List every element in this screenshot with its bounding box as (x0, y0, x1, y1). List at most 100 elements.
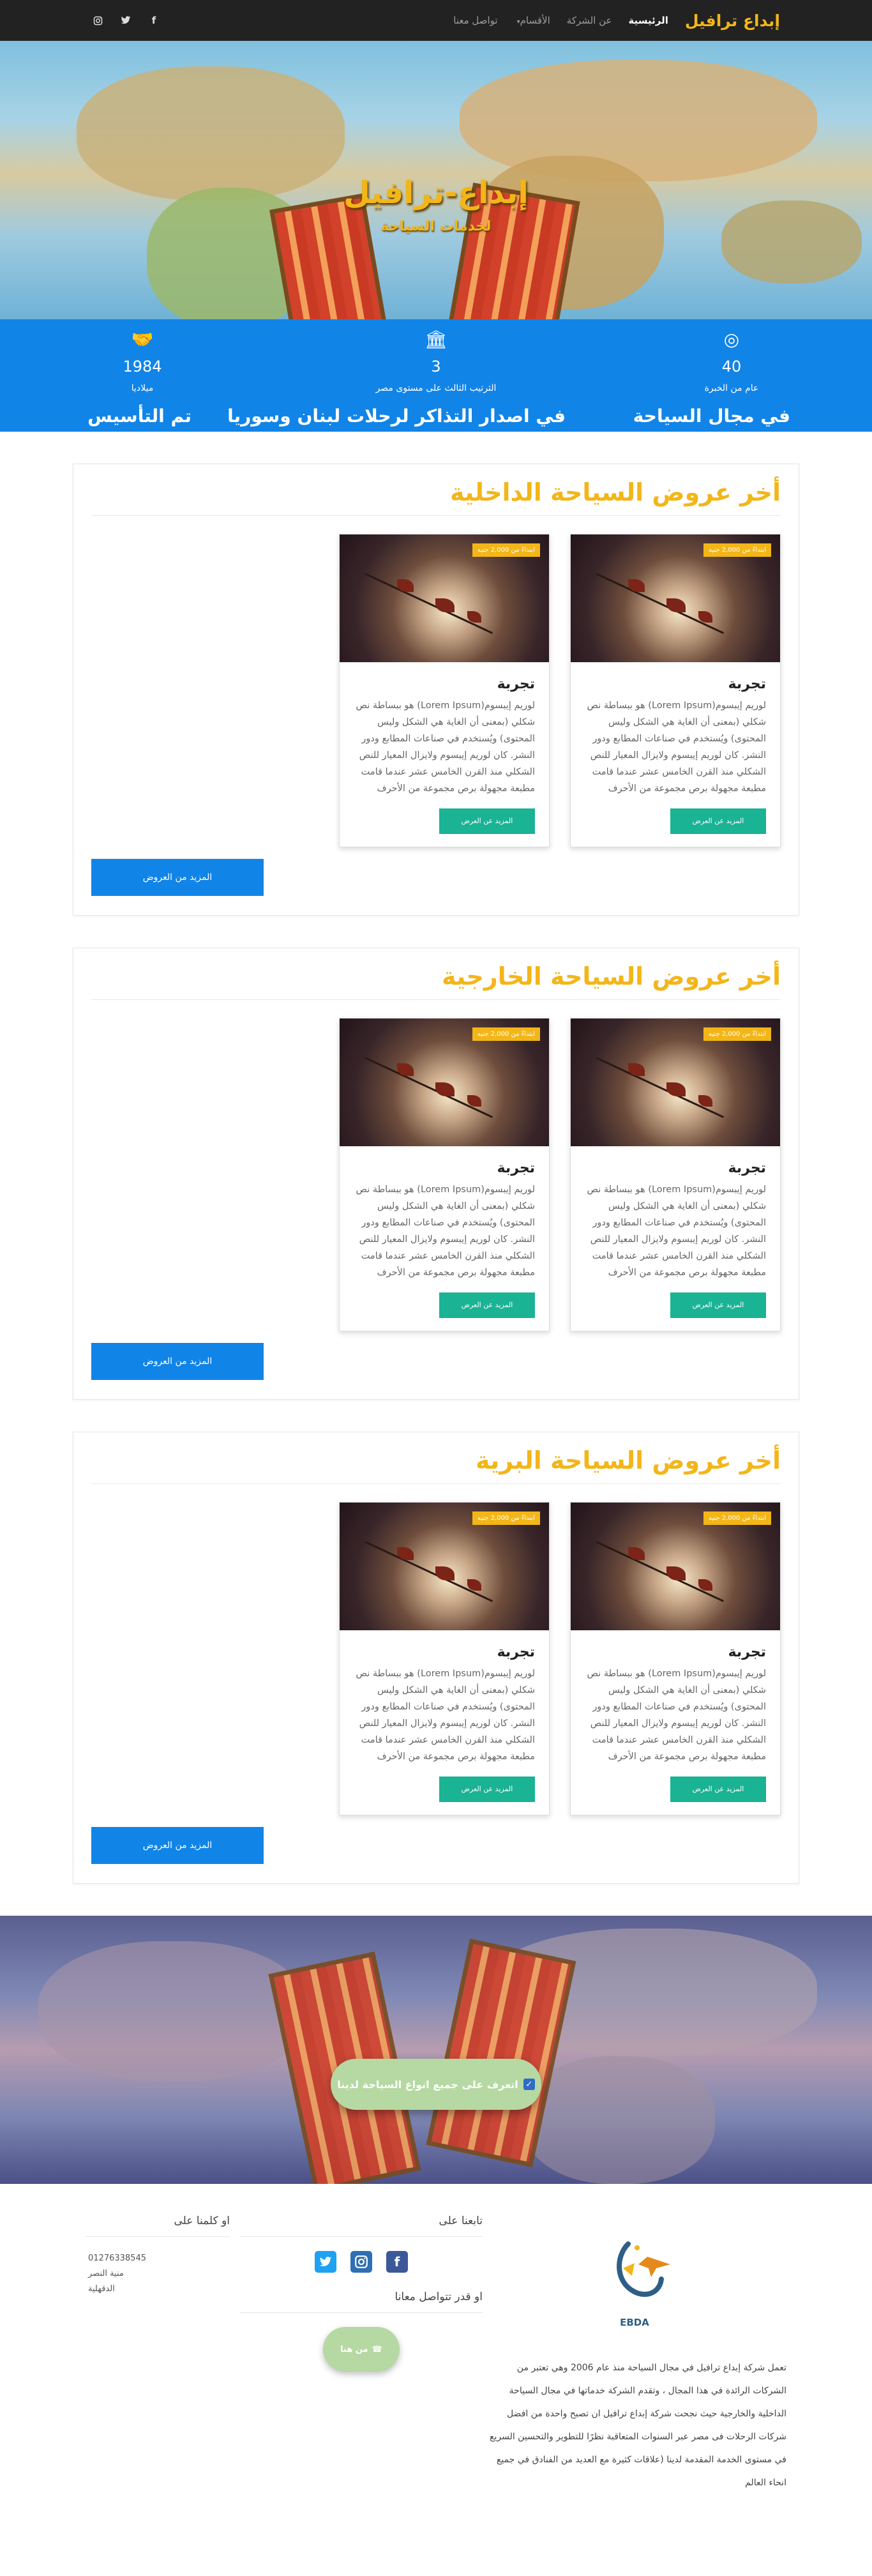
map-continent (38, 1941, 306, 2082)
brand-logo-text[interactable]: إبداع ترافيل (685, 11, 780, 30)
offer-description: لوريم إيبسوم(Lorem Ipsum) هو ببساطة نص ش… (587, 1185, 766, 1278)
beach-chair-left (269, 193, 388, 319)
target-icon: ◎ (723, 329, 740, 350)
offer-details-button[interactable]: المزيد عن العرض (439, 1292, 535, 1318)
offer-title: تجربة (497, 676, 535, 692)
tourism-types-label: اتعرف على جميع انواع السياحة لدينا (337, 2078, 518, 2091)
facebook-icon[interactable]: f (386, 2251, 408, 2273)
address-city: منية النصر (88, 2269, 124, 2278)
offer-title: تجربة (728, 676, 766, 692)
price-badge: ابتداءً من 2,000 جنيه (472, 1512, 540, 1525)
branch-shape (365, 1057, 493, 1118)
address-region: الدقهلية (88, 2284, 115, 2294)
nav-social: f (92, 15, 160, 26)
leaf-shape (435, 598, 455, 612)
price-badge: ابتداءً من 2,000 جنيه (472, 1027, 540, 1041)
offer-details-button[interactable]: المزيد عن العرض (670, 1777, 766, 1802)
stat-experience: ◎ 40 عام من الخبرة (649, 329, 815, 394)
offer-details-button[interactable]: المزيد عن العرض (670, 808, 766, 834)
stat-number: 40 (721, 358, 742, 375)
call-heading: او كلمنا على (86, 2215, 230, 2237)
phone-number[interactable]: 01276338545 (88, 2251, 230, 2266)
offer-description: لوريم إيبسوم(Lorem Ipsum) هو ببساطة نص ش… (587, 701, 766, 794)
offer-cards: ابتداءً من 2,000 جنيه تجربة لوريم إيبسوم… (91, 534, 781, 847)
logo-text: EBDA (620, 2317, 649, 2328)
offer-card: ابتداءً من 2,000 جنيه تجربة لوريم إيبسوم… (339, 1018, 550, 1331)
footer-call: او كلمنا على 01276338545 منية النصر الدق… (86, 2215, 230, 2297)
twitter-icon[interactable] (120, 15, 132, 26)
more-offers-button[interactable]: المزيد من العروض (91, 859, 264, 896)
branch-shape (596, 1541, 725, 1602)
price-badge: ابتداءً من 2,000 جنيه (703, 1027, 771, 1041)
stat-label: الثرتيب الثالث على مستوى مصر (375, 383, 497, 393)
handshake-icon: 🤝 (131, 329, 154, 350)
tourism-types-button[interactable]: ✓ اتعرف على جميع انواع السياحة لدينا (331, 2059, 541, 2110)
offer-card: ابتداءً من 2,000 جنيه تجربة لوريم إيبسوم… (570, 1502, 781, 1815)
offers-sections: أخر عروض السياحة الداخلية ابتداءً من 2,0… (0, 432, 872, 1884)
phone-icon: ☎ (372, 2344, 382, 2354)
facebook-icon[interactable]: f (148, 15, 160, 26)
footer-follow: تابعنا على f او قدر تتواصل معانا ☎ من هن… (240, 2215, 483, 2372)
offers-section-international: أخر عروض السياحة الخارجية ابتداءً من 2,0… (73, 948, 799, 1400)
offer-card-body: تجربة لوريم إيبسوم(Lorem Ipsum) هو ببساط… (340, 1630, 549, 1815)
instagram-icon[interactable] (92, 15, 103, 26)
offer-title: تجربة (497, 1160, 535, 1176)
stats-bar: ◎ 40 عام من الخبرة 🏛 3 الثرتيب الثالث عل… (0, 319, 872, 432)
footer-about: EBDA تعمل شركة إبداع ترافيل في مجال السي… (483, 2231, 786, 2494)
map-continent (460, 60, 817, 181)
nav-about[interactable]: عن الشركة (567, 15, 612, 26)
more-offers-button[interactable]: المزيد من العروض (91, 1343, 264, 1380)
nav-sections-dropdown[interactable]: الأقسام▾ (515, 15, 550, 26)
leaf-shape (666, 1566, 686, 1580)
offer-image: ابتداءً من 2,000 جنيه (340, 1019, 549, 1146)
company-logo (590, 2231, 679, 2314)
nav-contact[interactable]: تواصل معنا (453, 15, 497, 26)
offer-title: تجربة (497, 1644, 535, 1660)
nav-sections-label: الأقسام (520, 15, 550, 26)
contact-us-button[interactable]: ☎ من هنا (323, 2327, 400, 2372)
offer-details-button[interactable]: المزيد عن العرض (670, 1292, 766, 1318)
stat-founded: 🤝 1984 ميلاديا (59, 329, 225, 394)
offer-card-body: تجربة لوريم إيبسوم(Lorem Ipsum) هو ببساط… (571, 1630, 780, 1815)
offer-card: ابتداءً من 2,000 جنيه تجربة لوريم إيبسوم… (339, 534, 550, 847)
branch-shape (596, 1057, 725, 1118)
offer-card-body: تجربة لوريم إيبسوم(Lorem Ipsum) هو ببساط… (571, 662, 780, 847)
map-continent (523, 2056, 715, 2184)
checkbox-icon: ✓ (523, 2079, 535, 2090)
leaf-shape (435, 1082, 455, 1096)
stat-headline-founded: تم التأسيس (87, 405, 192, 427)
offer-card: ابتداءً من 2,000 جنيه تجربة لوريم إيبسوم… (570, 1018, 781, 1331)
offer-image: ابتداءً من 2,000 جنيه (571, 1503, 780, 1630)
stat-label: عام من الخبرة (704, 383, 759, 393)
offer-cards: ابتداءً من 2,000 جنيه تجربة لوريم إيبسوم… (91, 1018, 781, 1331)
stat-headline-ranking: في اصدار التذاكر لرحلات لبنان وسوريا (227, 405, 566, 427)
top-navbar: إبداع ترافيل الرئيسية عن الشركة الأقسام▾… (0, 0, 872, 41)
offer-description: لوريم إيبسوم(Lorem Ipsum) هو ببساطة نص ش… (356, 1185, 535, 1278)
offer-image: ابتداءً من 2,000 جنيه (571, 1019, 780, 1146)
stat-number: 1984 (123, 358, 162, 375)
stat-headline-experience: في مجال السياحة (633, 405, 790, 427)
price-badge: ابتداءً من 2,000 جنيه (472, 543, 540, 557)
twitter-icon[interactable] (315, 2251, 336, 2273)
offer-title: تجربة (728, 1160, 766, 1176)
more-offers-button[interactable]: المزيد من العروض (91, 1827, 264, 1864)
offer-card-body: تجربة لوريم إيبسوم(Lorem Ipsum) هو ببساط… (340, 662, 549, 847)
about-text: تعمل شركة إبداع ترافيل في مجال السياحة م… (490, 2363, 786, 2488)
offers-section-domestic: أخر عروض السياحة الداخلية ابتداءً من 2,0… (73, 464, 799, 916)
instagram-icon[interactable] (350, 2251, 372, 2273)
offer-details-button[interactable]: المزيد عن العرض (439, 808, 535, 834)
offer-image: ابتداءً من 2,000 جنيه (340, 1503, 549, 1630)
map-continent (721, 201, 862, 284)
section-title: أخر عروض السياحة البرية (91, 1446, 781, 1484)
offer-details-button[interactable]: المزيد عن العرض (439, 1777, 535, 1802)
stat-label: ميلاديا (131, 383, 154, 393)
hero-subtitle: لخدمات السياحة (380, 218, 492, 234)
offer-description: لوريم إيبسوم(Lorem Ipsum) هو ببساطة نص ش… (587, 1669, 766, 1762)
nav-home[interactable]: الرئيسية (629, 15, 668, 26)
offer-description: لوريم إيبسوم(Lorem Ipsum) هو ببساطة نص ش… (356, 1669, 535, 1762)
offer-description: لوريم إيبسوم(Lorem Ipsum) هو ببساطة نص ش… (356, 701, 535, 794)
section-title: أخر عروض السياحة الخارجية (91, 962, 781, 1000)
offer-title: تجربة (728, 1644, 766, 1660)
hero-title: إبداع-ترافيل (343, 175, 529, 211)
hero-banner: إبداع-ترافيل لخدمات السياحة (0, 41, 872, 319)
